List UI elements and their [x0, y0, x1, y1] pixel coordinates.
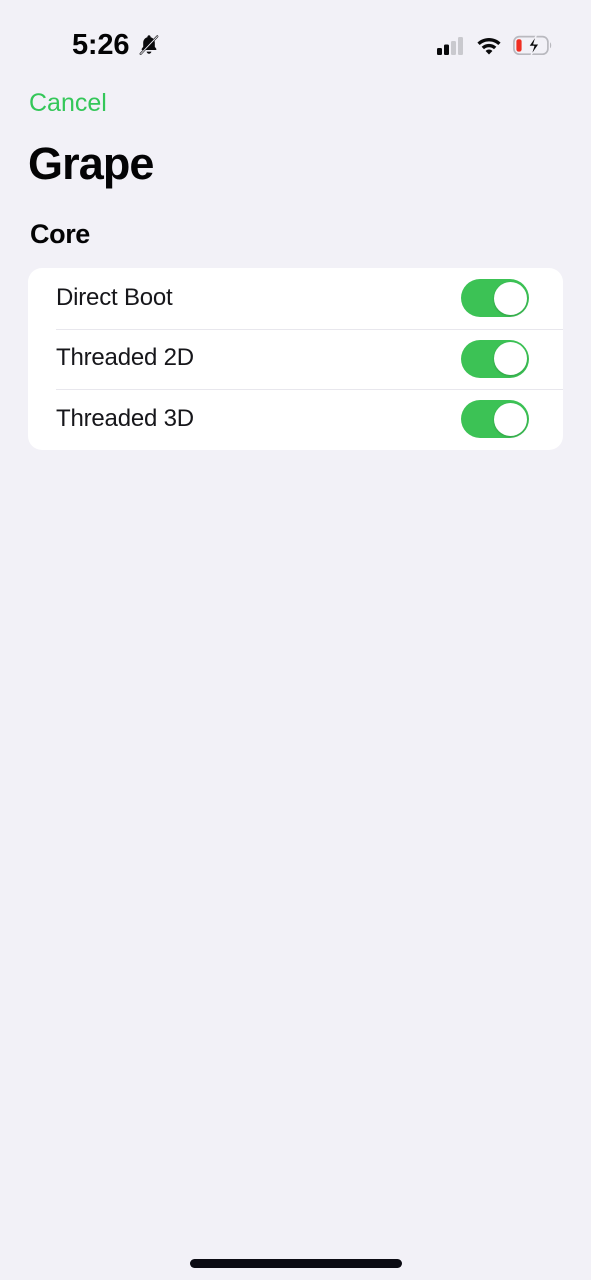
toggle-knob [494, 281, 527, 315]
status-bar: 5:26 [0, 0, 591, 78]
signal-bars-icon [437, 35, 465, 55]
section-header-core: Core [30, 219, 90, 249]
settings-row-threaded-2d[interactable]: Threaded 2D [28, 328, 563, 390]
row-label: Threaded 3D [56, 404, 194, 432]
status-bar-left: 5:26 [72, 28, 161, 61]
status-time: 5:26 [72, 28, 130, 61]
page-title: Grape [28, 138, 154, 189]
settings-card-core: Direct Boot Threaded 2D Threaded 3D [28, 268, 563, 450]
toggle-direct-boot[interactable] [461, 279, 529, 318]
toggle-knob [494, 342, 527, 376]
wifi-icon [475, 35, 503, 55]
status-bar-right [437, 34, 553, 56]
home-indicator[interactable] [189, 1259, 402, 1268]
settings-row-direct-boot[interactable]: Direct Boot [28, 268, 563, 329]
row-label: Direct Boot [56, 283, 173, 311]
bell-slash-icon [137, 33, 161, 57]
row-label: Threaded 2D [56, 344, 194, 372]
toggle-threaded-2d[interactable] [461, 339, 529, 378]
cancel-button[interactable]: Cancel [29, 89, 107, 118]
battery-charging-low-icon [513, 34, 553, 56]
settings-row-threaded-3d[interactable]: Threaded 3D [28, 389, 563, 450]
toggle-threaded-3d[interactable] [461, 400, 529, 439]
toggle-knob [494, 402, 527, 436]
